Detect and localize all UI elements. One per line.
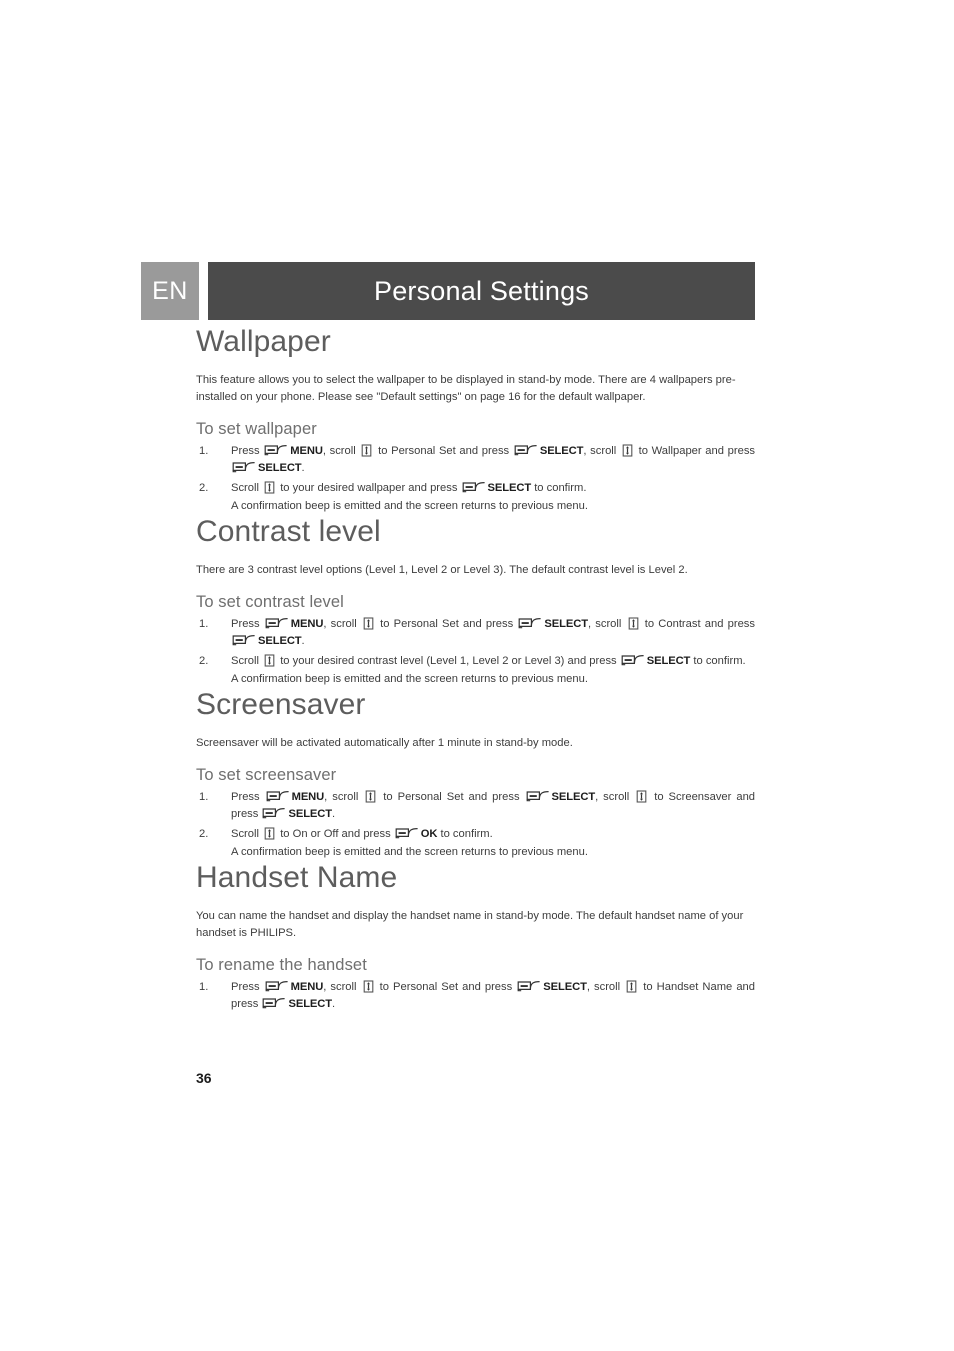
- softkey-icon: [621, 654, 645, 667]
- key-label: SELECT: [288, 998, 333, 1011]
- softkey-icon: [232, 461, 256, 474]
- list-item: 1. Press MENU, scroll to Personal Set and…: [199, 617, 755, 648]
- softkey-icon: [266, 790, 290, 803]
- section-intro: This feature allows you to select the wa…: [196, 373, 736, 403]
- section-intro: Screensaver will be activated automatica…: [196, 736, 573, 749]
- softkey-icon: [514, 444, 538, 457]
- scroll-key-icon: [636, 790, 647, 803]
- softkey-icon: [232, 634, 256, 647]
- key-label: SELECT: [646, 655, 691, 668]
- key-label: SELECT: [543, 980, 587, 993]
- scroll-key-icon: [361, 444, 372, 457]
- key-label: SELECT: [288, 808, 333, 821]
- step-number: 1.: [199, 790, 209, 803]
- softkey-icon: [262, 807, 286, 820]
- step-note: A confirmation beep is emitted and the s…: [231, 845, 588, 858]
- section-subheading: To rename the handset: [196, 955, 367, 974]
- softkey-icon: [395, 827, 419, 840]
- key-label: MENU: [290, 980, 324, 993]
- page-number: 36: [196, 1070, 212, 1086]
- list-item: 1. Press MENU, scroll to Personal Set and…: [199, 444, 756, 474]
- scroll-key-icon: [365, 790, 376, 803]
- section-handset-name: Handset Name You can name the handset and…: [196, 861, 755, 1013]
- section-subheading: To set screensaver: [196, 765, 337, 784]
- key-label: MENU: [290, 444, 323, 457]
- step-list: 1. Press MENU, scroll to Personal Set and…: [196, 616, 755, 688]
- scroll-key-icon: [264, 481, 275, 494]
- key-label: MENU: [290, 617, 324, 630]
- step-note: A confirmation beep is emitted and the s…: [231, 499, 588, 512]
- scroll-key-icon: [264, 827, 275, 840]
- key-label: SELECT: [258, 461, 302, 474]
- section-subheading: To set contrast level: [196, 592, 344, 611]
- section-wallpaper: Wallpaper This feature allows you to sele…: [196, 325, 755, 515]
- section-heading: Handset Name: [196, 861, 398, 895]
- scroll-key-icon: [363, 980, 374, 993]
- page-title: Personal Settings: [208, 262, 755, 320]
- list-item: 2. Scroll to On or Off and press OK to co…: [196, 826, 755, 861]
- section-intro: There are 3 contrast level options (Leve…: [196, 563, 688, 576]
- section-contrast-level: Contrast level There are 3 contrast level…: [196, 515, 755, 688]
- manual-page: EN Personal Settings Wallpaper This featu…: [0, 0, 954, 1351]
- key-label: SELECT: [544, 617, 588, 630]
- step-list: 1. Press MENU, scroll to Personal Set and…: [196, 979, 755, 1014]
- step-number: 1.: [199, 980, 209, 993]
- list-item: 2. Scroll to your desired wallpaper and p…: [196, 480, 755, 515]
- softkey-icon: [518, 617, 542, 630]
- key-label: SELECT: [258, 635, 302, 648]
- softkey-icon: [462, 481, 486, 494]
- key-label: MENU: [291, 790, 325, 803]
- section-heading: Wallpaper: [196, 325, 331, 358]
- page-content: Wallpaper This feature allows you to sele…: [196, 325, 755, 1014]
- page-header: EN Personal Settings: [141, 262, 755, 320]
- step-number: 2.: [199, 655, 209, 668]
- key-label: SELECT: [539, 444, 584, 457]
- list-item: 1. Press MENU, scroll to Personal Set and…: [199, 980, 755, 1011]
- softkey-icon: [262, 997, 286, 1010]
- section-heading: Screensaver: [196, 688, 366, 722]
- scroll-key-icon: [264, 654, 275, 667]
- step-list: 1. Press MENU, scroll to Personal Set and…: [196, 443, 755, 515]
- section-subheading: To set wallpaper: [196, 419, 317, 438]
- scroll-key-icon: [622, 444, 633, 457]
- scroll-key-icon: [626, 980, 637, 993]
- step-number: 1.: [199, 444, 209, 457]
- section-screensaver: Screensaver Screensaver will be activated…: [196, 688, 755, 861]
- softkey-icon: [517, 980, 541, 993]
- softkey-icon: [526, 790, 550, 803]
- list-item: 2. Scroll to your desired contrast level …: [196, 653, 755, 688]
- list-item: 1. Press MENU, scroll to Personal Set and…: [199, 790, 756, 821]
- scroll-key-icon: [363, 617, 374, 630]
- scroll-key-icon: [628, 617, 639, 630]
- softkey-icon: [265, 980, 289, 993]
- step-note: A confirmation beep is emitted and the s…: [231, 672, 588, 685]
- step-number: 2.: [199, 482, 209, 495]
- step-number: 2.: [199, 828, 209, 841]
- softkey-icon: [264, 444, 288, 457]
- key-label: SELECT: [551, 790, 596, 803]
- key-label: OK: [420, 828, 438, 841]
- step-list: 1. Press MENU, scroll to Personal Set and…: [196, 789, 755, 861]
- section-intro: You can name the handset and display the…: [196, 909, 744, 939]
- language-badge: EN: [141, 262, 199, 320]
- key-label: SELECT: [487, 482, 532, 495]
- section-heading: Contrast level: [196, 515, 381, 549]
- step-number: 1.: [199, 617, 209, 630]
- softkey-icon: [265, 617, 289, 630]
